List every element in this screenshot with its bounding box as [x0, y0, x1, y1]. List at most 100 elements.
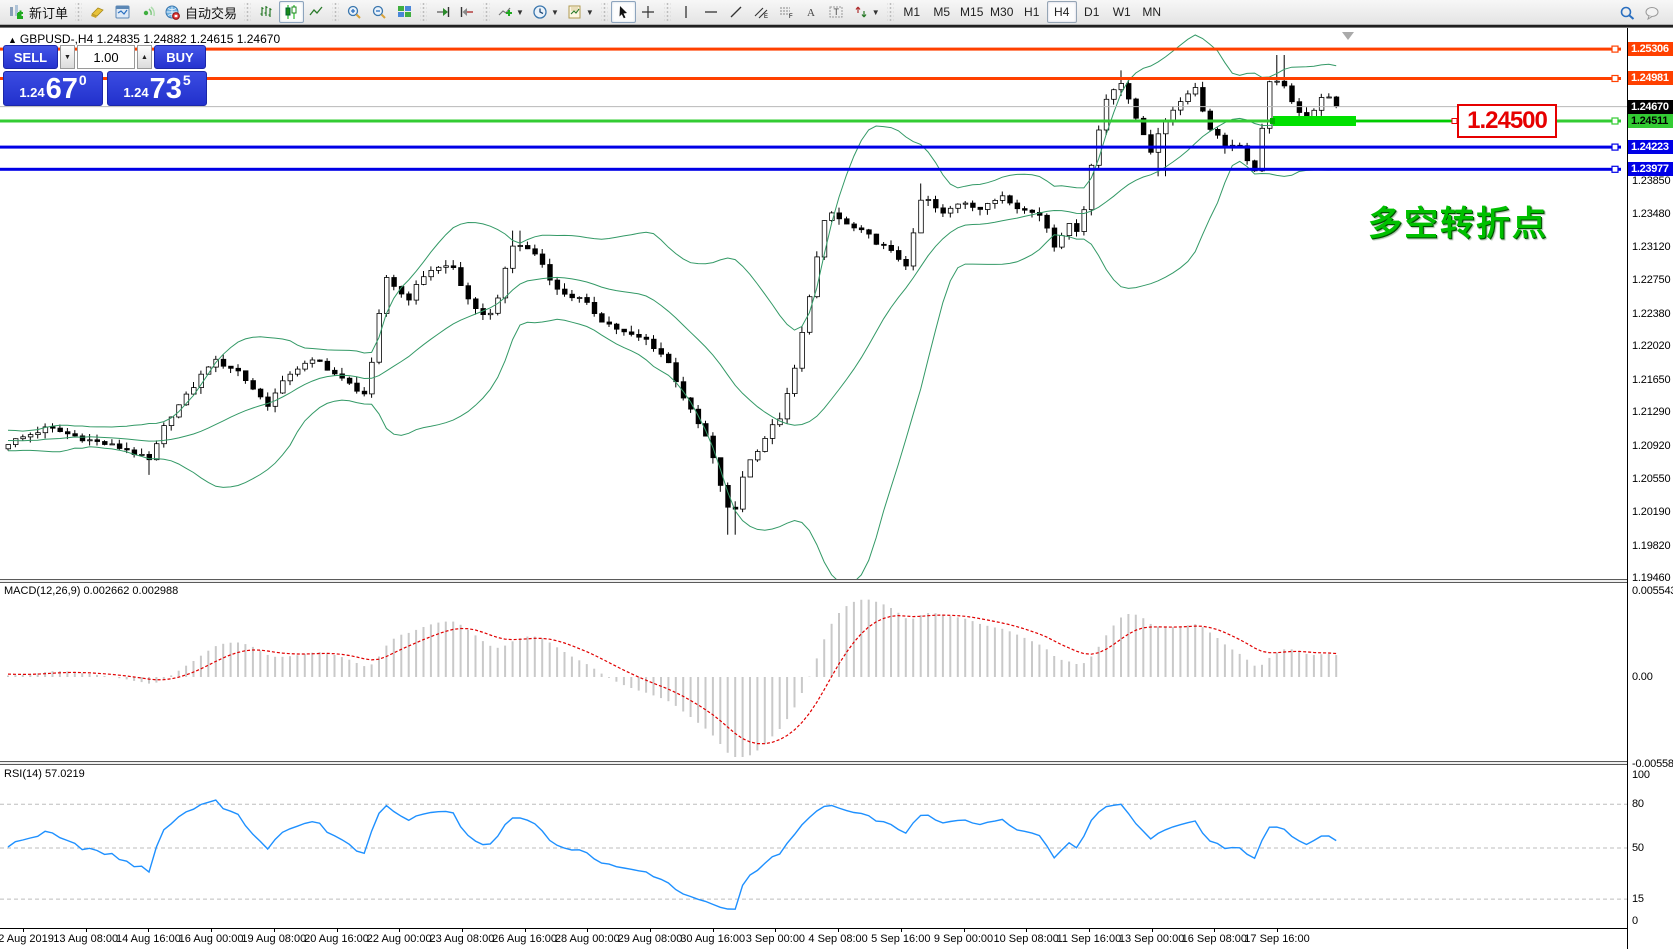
rsi-tick: 0 — [1632, 915, 1638, 927]
timeframe-m1-button[interactable]: M1 — [897, 1, 927, 23]
chart-shift-button[interactable] — [455, 1, 480, 23]
time-tick-mark — [148, 929, 150, 932]
macd-pane[interactable] — [0, 583, 1627, 761]
time-label: 23 Aug 08:00 — [429, 933, 495, 945]
timeframe-mn-button[interactable]: MN — [1137, 1, 1167, 23]
periods-button[interactable]: ▼ — [528, 1, 563, 23]
horizontal-line-icon — [704, 11, 717, 13]
volume-increase-button[interactable]: ▲ — [137, 45, 152, 69]
chat-button[interactable] — [1640, 2, 1665, 24]
line-chart-button[interactable] — [304, 1, 329, 23]
current-price-tag: 1.24670 — [1628, 99, 1673, 114]
bar-chart-icon — [260, 6, 272, 17]
macd-label: MACD(12,26,9) 0.002662 0.002988 — [4, 585, 179, 597]
volume-decrease-button[interactable]: ▼ — [60, 45, 75, 69]
mt4-terminal: 新订单 自动交易 ▼ ▼ ▼ E F A T ▼ M1 M5 M15 M30 H… — [0, 0, 1673, 949]
level-price-tag: 1.25306 — [1628, 42, 1673, 57]
time-tick-mark — [1026, 929, 1028, 932]
timeframe-m15-button[interactable]: M15 — [957, 1, 987, 23]
timeframe-group: M1 M5 M15 M30 H1 H4 D1 W1 MN — [897, 0, 1167, 25]
timeframe-w1-button[interactable]: W1 — [1107, 1, 1137, 23]
rsi-tick: 100 — [1632, 769, 1650, 781]
level-price-tag: 1.23977 — [1628, 162, 1673, 177]
timeframe-h4-button[interactable]: H4 — [1046, 1, 1077, 23]
trendline-button[interactable] — [724, 1, 749, 23]
templates-button[interactable]: ▼ — [563, 1, 598, 23]
symbol-ohlc-text: GBPUSD-,H4 1.24835 1.24882 1.24615 1.246… — [19, 32, 281, 46]
sell-price-sup: 0 — [78, 72, 87, 88]
toolbar-right — [1615, 0, 1665, 25]
price-tick: 1.23850 — [1632, 174, 1671, 187]
toolbar-grip — [332, 3, 340, 21]
time-tick-mark — [650, 929, 651, 932]
autotrade-button[interactable]: 自动交易 — [160, 1, 241, 23]
rsi-label: RSI(14) 57.0219 — [4, 768, 85, 780]
trendline-icon — [730, 6, 742, 18]
metaeditor-button[interactable] — [85, 1, 110, 23]
time-tick-mark — [712, 929, 714, 932]
candlestick-chart-button[interactable] — [279, 1, 305, 23]
price-tick: 1.21650 — [1632, 373, 1671, 386]
toolbar-grip — [663, 3, 671, 21]
timeframe-h1-button[interactable]: H1 — [1017, 1, 1047, 23]
rsi-pane[interactable] — [0, 765, 1627, 928]
buy-button[interactable]: BUY — [154, 45, 206, 69]
zoom-in-button[interactable] — [342, 1, 367, 23]
arrows-button[interactable]: ▼ — [849, 1, 884, 23]
indicators-button[interactable]: ▼ — [493, 1, 528, 23]
collapse-triangle-icon[interactable]: ▲ — [8, 35, 17, 45]
time-label: 4 Sep 08:00 — [808, 933, 868, 945]
buy-quote-panel[interactable]: 1.24 73 5 — [107, 71, 207, 106]
auto-scroll-button[interactable] — [430, 1, 455, 23]
toolbar-grip — [75, 3, 83, 21]
volume-input[interactable] — [77, 45, 135, 69]
cursor-icon — [619, 6, 627, 19]
equidistant-channel-button[interactable]: E — [749, 1, 774, 23]
vertical-line-button[interactable] — [674, 1, 699, 23]
sell-button[interactable]: SELL — [3, 45, 58, 69]
signals-icon — [143, 6, 155, 17]
tile-windows-button[interactable] — [392, 1, 417, 23]
templates-icon — [568, 5, 581, 19]
arrows-icon — [855, 6, 867, 18]
autotrade-icon — [165, 5, 180, 20]
one-click-trading-widget: SELL ▼ ▲ BUY 1.24 67 0 1.24 73 5 — [3, 45, 207, 106]
search-button[interactable] — [1615, 2, 1640, 24]
time-label: 11 Sep 16:00 — [1056, 933, 1122, 945]
text-button[interactable]: A — [799, 1, 824, 23]
price-tick: 1.22380 — [1632, 307, 1671, 320]
terminal-window-button[interactable] — [110, 1, 135, 23]
new-order-button[interactable]: 新订单 — [4, 1, 72, 23]
timeframe-m30-button[interactable]: M30 — [987, 1, 1017, 23]
svg-text:A: A — [807, 7, 815, 19]
sell-quote-panel[interactable]: 1.24 67 0 — [3, 71, 103, 106]
price-callout-box[interactable]: 1.24500 — [1457, 104, 1557, 138]
zoom-out-icon — [372, 5, 386, 19]
one-click-top-row: SELL ▼ ▲ BUY — [3, 45, 207, 69]
horizontal-line-button[interactable] — [699, 1, 724, 23]
crosshair-button[interactable] — [636, 1, 661, 23]
zoom-out-button[interactable] — [367, 1, 392, 23]
buy-price-base: 1.24 — [123, 85, 149, 100]
toolbar-grip — [244, 3, 252, 21]
time-label: 30 Aug 16:00 — [680, 933, 746, 945]
price-tick: 1.20190 — [1632, 506, 1671, 519]
fibonacci-button[interactable]: F — [774, 1, 799, 23]
time-label: 14 Aug 16:00 — [115, 933, 181, 945]
price-tick: 1.23120 — [1632, 240, 1671, 253]
price-tick: 1.20550 — [1632, 473, 1671, 486]
toolbar-group-objects: E F A T ▼ — [610, 0, 884, 25]
toolbar-grip — [483, 3, 491, 21]
time-tick-mark — [336, 929, 338, 932]
price-axis[interactable]: 1.253301.249601.245901.242201.238501.234… — [1627, 28, 1673, 949]
bar-chart-button[interactable] — [254, 1, 279, 23]
time-axis[interactable]: 12 Aug 201913 Aug 08:0014 Aug 16:0016 Au… — [0, 928, 1627, 949]
signals-button[interactable] — [135, 1, 160, 23]
text-label-button[interactable]: T — [824, 1, 849, 23]
time-tick-mark — [1151, 929, 1153, 932]
timeframe-d1-button[interactable]: D1 — [1077, 1, 1107, 23]
tile-windows-icon — [398, 6, 412, 17]
timeframe-m5-button[interactable]: M5 — [927, 1, 957, 23]
cursor-button[interactable] — [610, 1, 636, 23]
price-pane[interactable] — [0, 28, 1627, 579]
